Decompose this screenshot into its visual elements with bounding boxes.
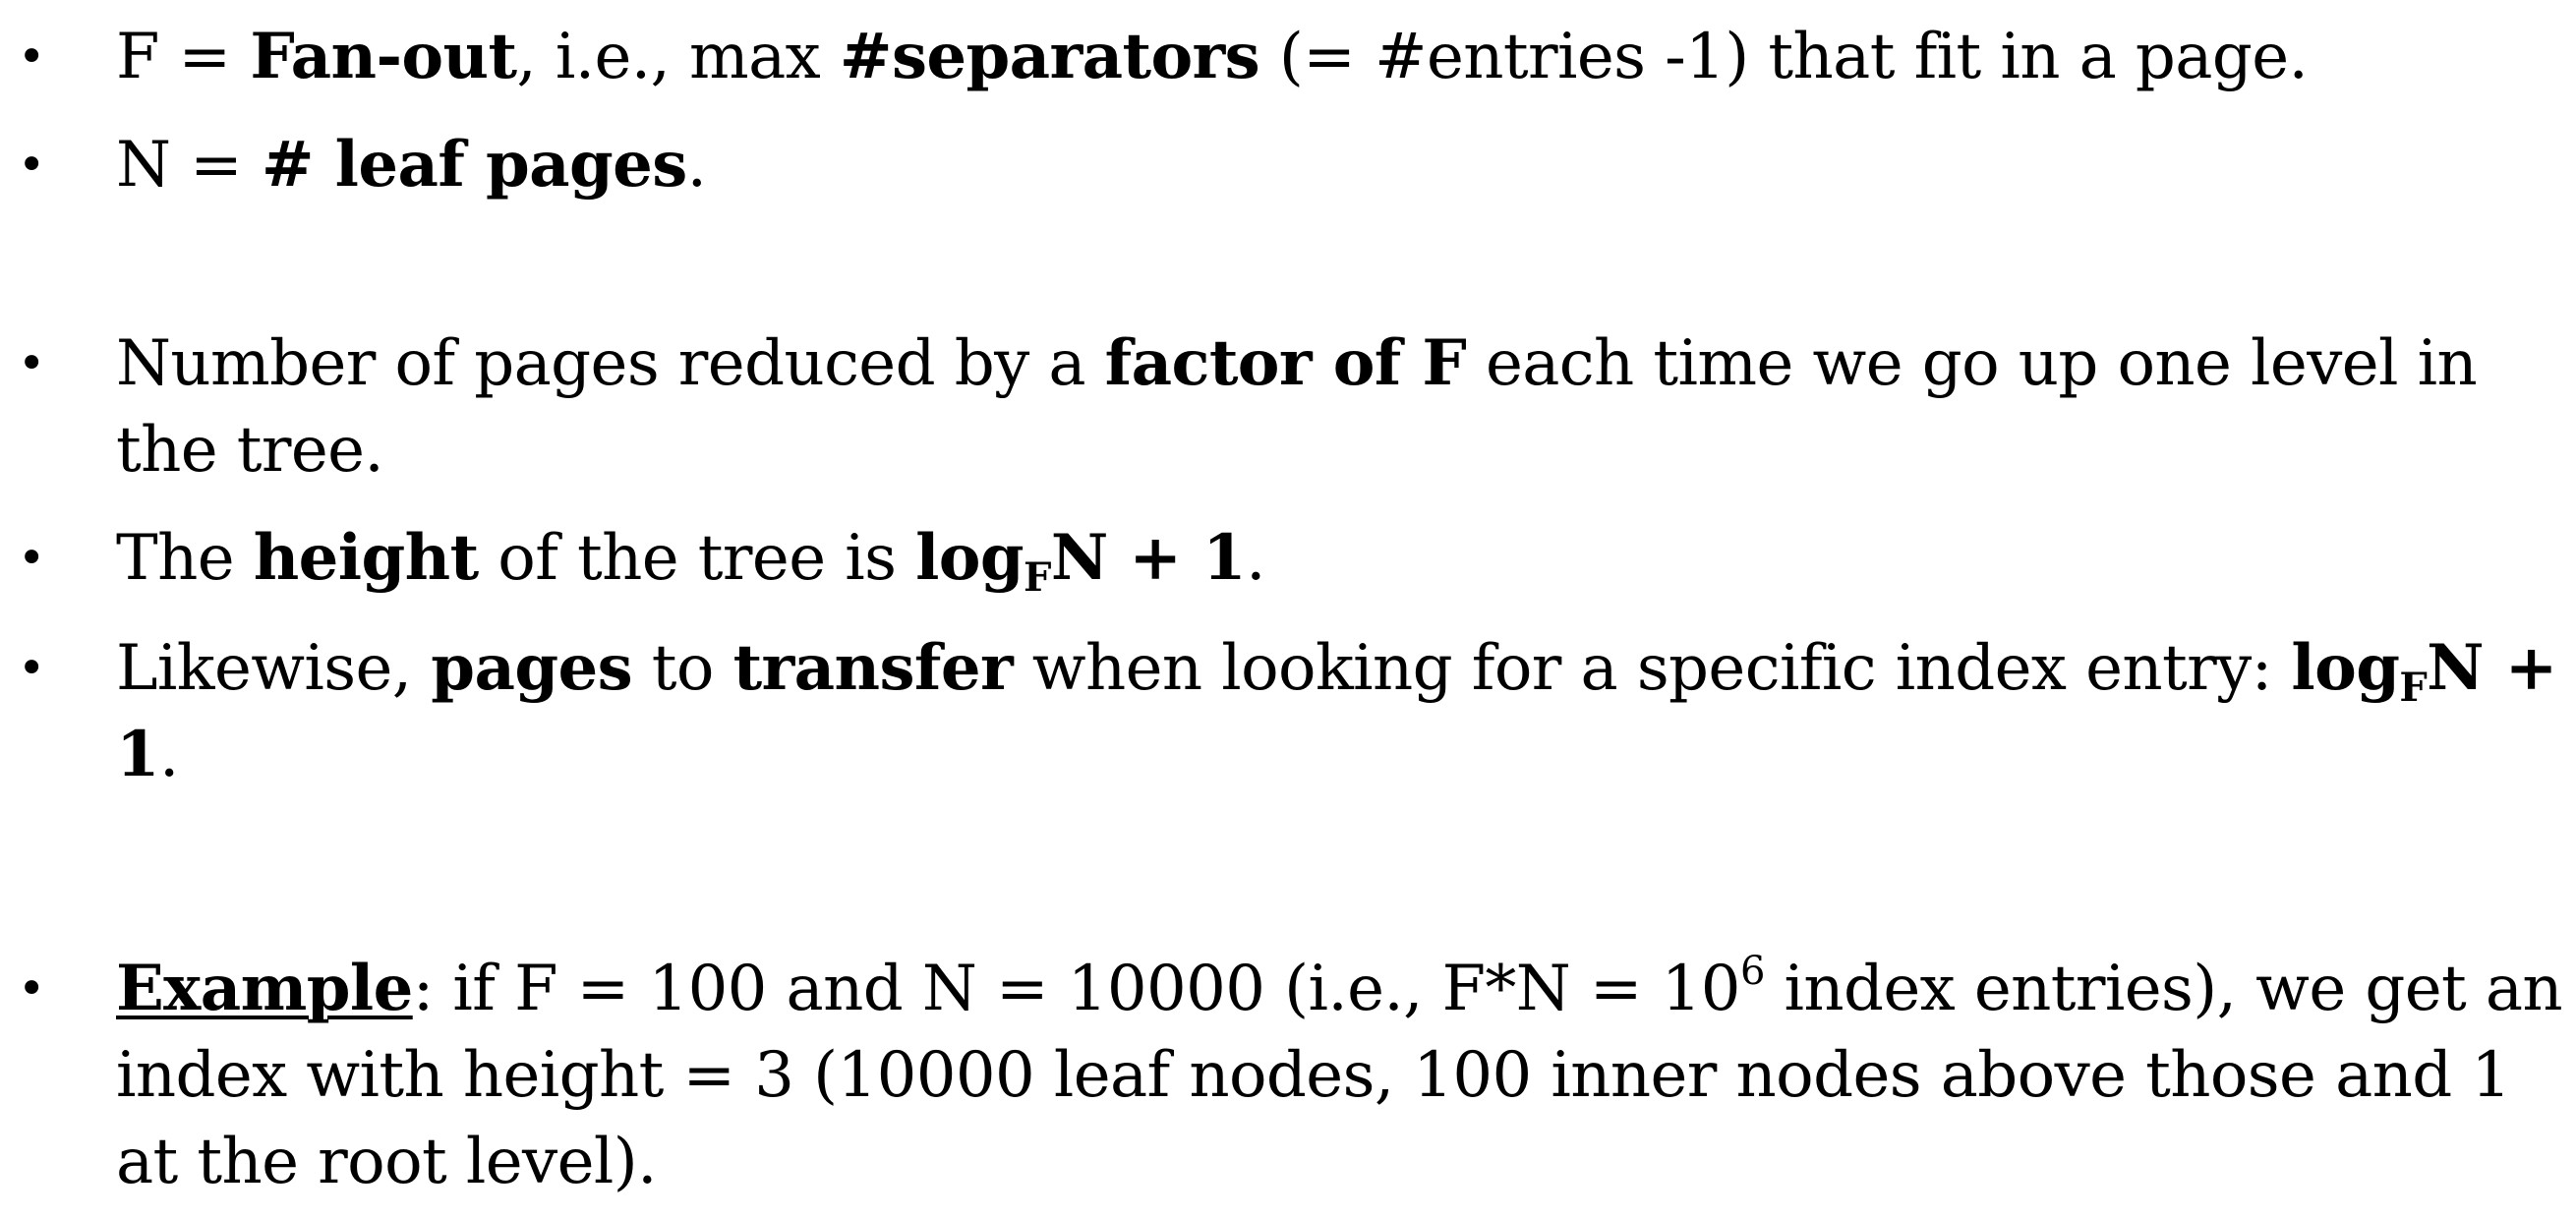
text: N = [116, 129, 262, 202]
formula-constant: 1 [116, 718, 160, 791]
term-height: height [253, 521, 479, 595]
term-transfer: transfer [732, 631, 1014, 705]
line: index with height = 3 (10000 leaf nodes,… [116, 1039, 2511, 1112]
text: to [632, 632, 733, 705]
line: Likewise, pages to transfer when looking… [116, 625, 2557, 712]
text: Number of pages reduced by a [116, 327, 1105, 400]
bullet-pages-to-transfer: • Likewise, pages to transfer when looki… [18, 625, 2557, 798]
term-factor-of-f: factor of F [1104, 326, 1467, 400]
formula-argument: N + 1 [1050, 521, 1247, 595]
term-separators: #separators [839, 20, 1260, 93]
text: when looking for a specific index entry: [1013, 632, 2292, 705]
text: . [158, 719, 179, 791]
text: , i.e., max [516, 21, 840, 93]
formula-argument: N + [2427, 631, 2557, 705]
formula-log: log [2291, 631, 2400, 705]
line: the tree. [116, 414, 384, 487]
bullet-fan-out: • F = Fan-out, i.e., max #separators (= … [18, 14, 2535, 100]
text: each time we go up one level in [1466, 327, 2478, 400]
text: . [686, 129, 707, 202]
text: Likewise, [116, 632, 432, 705]
line: at the root level). [116, 1126, 657, 1198]
line: Example: if F = 100 and N = 10000 (i.e.,… [116, 946, 2563, 1032]
text: F = [116, 21, 251, 93]
bullet-marker: • [18, 961, 45, 1016]
exponent: 6 [1739, 949, 1765, 994]
bullet-marker: • [18, 641, 45, 696]
formula-log-base: F [1024, 554, 1051, 601]
bullet-reduction-factor: • Number of pages reduced by a factor of… [18, 320, 2535, 493]
example-label: Example [116, 952, 413, 1025]
slide: • F = Fan-out, i.e., max #separators (= … [0, 0, 2576, 1219]
text: . [1246, 522, 1265, 595]
text: (= #entries -1) that fit in a page. [1259, 21, 2309, 93]
text: index entries), we get an [1764, 953, 2563, 1025]
bullet-marker: • [18, 336, 45, 391]
term-fan-out: Fan-out [250, 20, 517, 93]
text: The [116, 522, 254, 595]
bullet-tree-height: • The height of the tree is logFN + 1. [18, 515, 2535, 602]
text: : if F = 100 and N = 10000 (i.e., F*N = … [412, 953, 1741, 1025]
bullet-marker: • [18, 29, 45, 85]
line: Number of pages reduced by a factor of F… [116, 320, 2535, 407]
bullet-marker: • [18, 138, 45, 193]
term-pages: pages [431, 631, 633, 705]
formula-log: log [915, 521, 1025, 595]
bullet-marker: • [18, 531, 45, 586]
text: of the tree is [478, 522, 916, 595]
term-leaf-pages: # leaf pages [261, 128, 687, 202]
formula-log-base: F [2399, 665, 2428, 711]
bullet-leaf-pages: • N = # leaf pages. [18, 122, 2535, 208]
line: 1. [116, 712, 2535, 798]
bullet-example: • Example: if F = 100 and N = 10000 (i.e… [18, 946, 2563, 1205]
